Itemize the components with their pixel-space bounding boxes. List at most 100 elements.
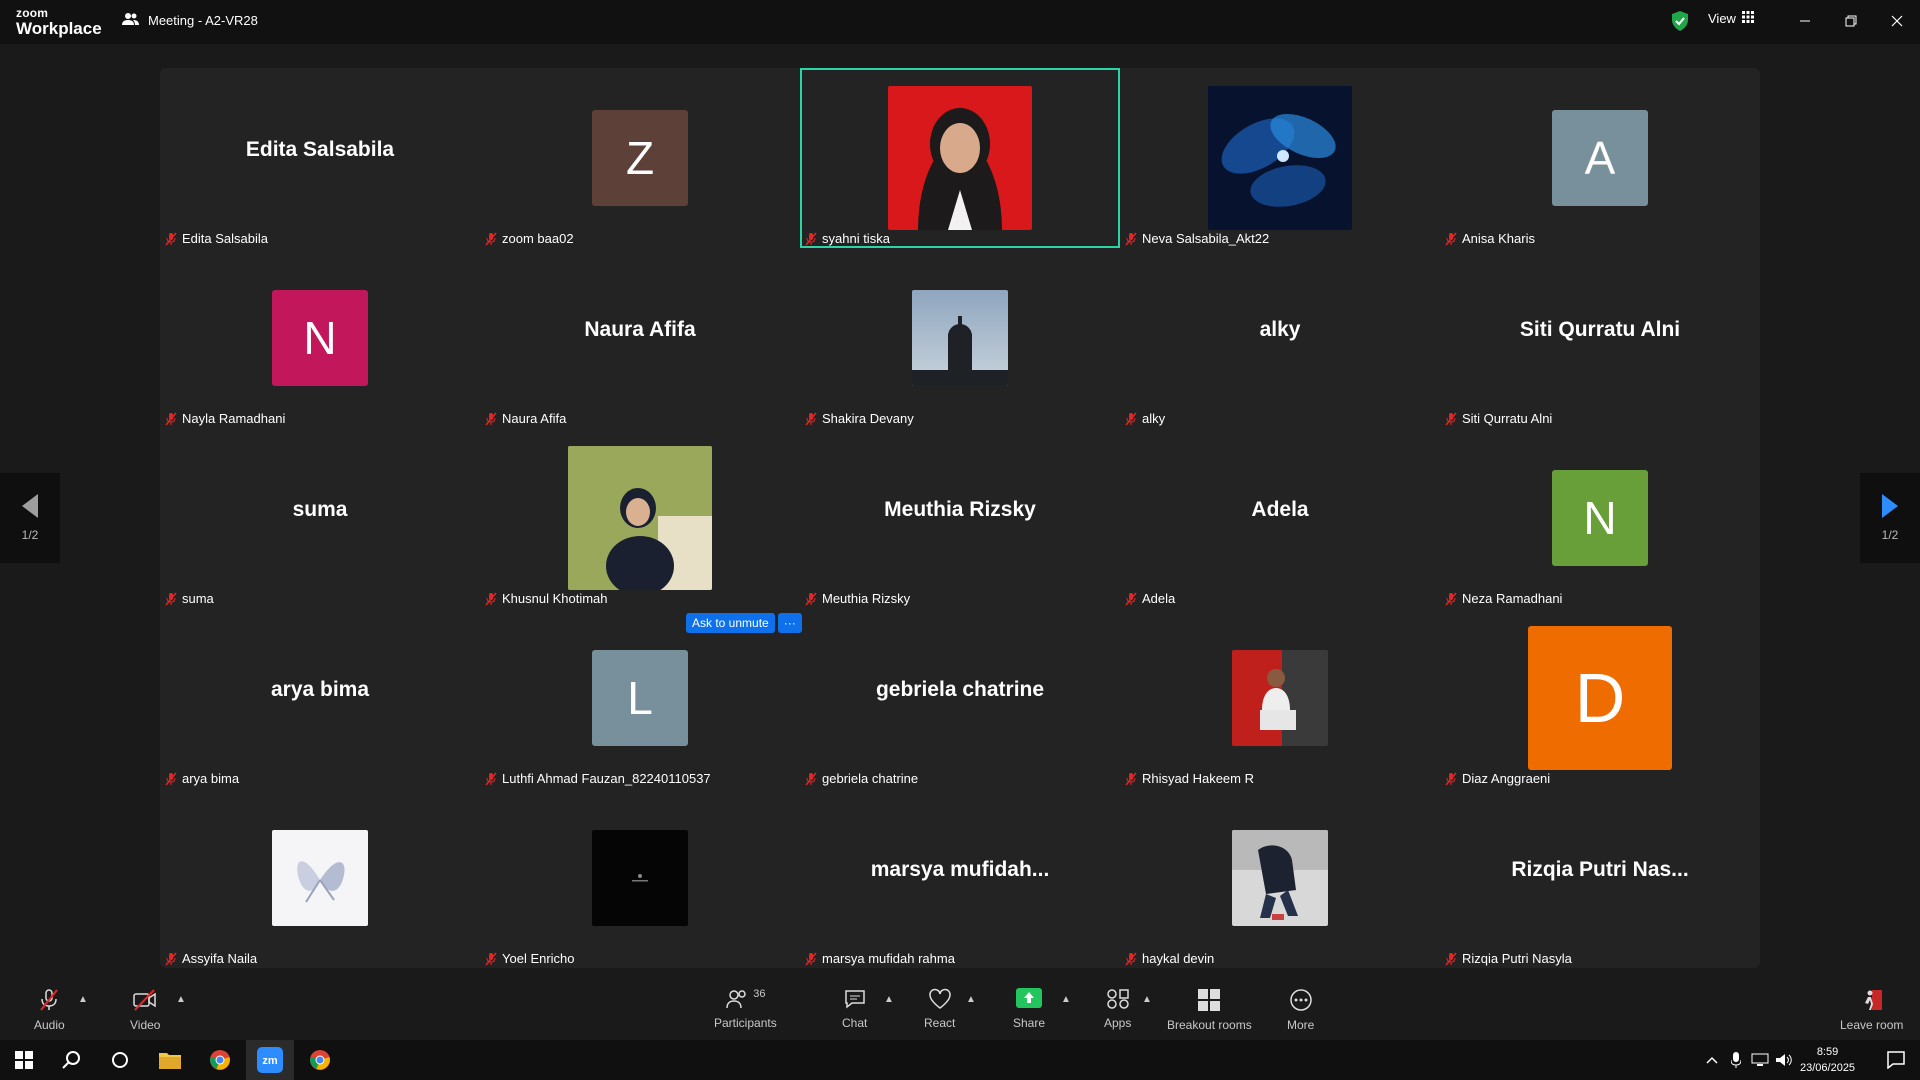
- search-icon[interactable]: [48, 1040, 96, 1080]
- participant-tile[interactable]: haykal devin: [1120, 788, 1440, 968]
- participant-tile-active[interactable]: syahni tiska: [800, 68, 1120, 248]
- participants-label: Participants: [714, 1016, 777, 1030]
- participant-tile[interactable]: suma suma: [160, 428, 480, 608]
- name-label: Shakira Devany: [804, 411, 914, 426]
- participant-tile[interactable]: Assyifa Naila: [160, 788, 480, 968]
- participant-tile[interactable]: Shakira Devany: [800, 248, 1120, 428]
- participant-name: Siti Qurratu Alni: [1462, 411, 1553, 426]
- volume-icon[interactable]: [1772, 1040, 1796, 1080]
- mic-muted-icon: [1445, 592, 1457, 605]
- video-options-caret[interactable]: ▲: [176, 994, 186, 1005]
- close-icon[interactable]: [1882, 8, 1912, 34]
- windows-start-icon[interactable]: [0, 1040, 48, 1080]
- participant-tile[interactable]: arya bima arya bima: [160, 608, 480, 788]
- share-options-caret[interactable]: ▲: [1061, 994, 1071, 1005]
- mic-muted-icon: [165, 772, 177, 785]
- mic-muted-icon: [40, 989, 59, 1011]
- chevron-up-icon[interactable]: [1700, 1040, 1724, 1080]
- clock-time: 8:59: [1816, 1046, 1839, 1058]
- react-options-caret[interactable]: ▲: [966, 994, 976, 1005]
- next-page-button[interactable]: 1/2: [1860, 473, 1920, 563]
- participant-tile[interactable]: Rizqia Putri Nas... Rizqia Putri Nasyla: [1440, 788, 1760, 968]
- shield-icon[interactable]: [1671, 11, 1689, 36]
- apps-options-caret[interactable]: ▲: [1142, 994, 1152, 1005]
- chevron-right-icon: [1882, 494, 1898, 518]
- participant-tile[interactable]: marsya mufidah... marsya mufidah rahma: [800, 788, 1120, 968]
- participant-tile[interactable]: Yoel Enricho: [480, 788, 800, 968]
- participant-name: Shakira Devany: [822, 411, 914, 426]
- ask-to-unmute-button[interactable]: Ask to unmute: [686, 613, 775, 633]
- participant-tile[interactable]: Khusnul Khotimah: [480, 428, 800, 608]
- ask-unmute-popover: Ask to unmute ···: [686, 613, 802, 633]
- chrome-icon[interactable]: [296, 1040, 344, 1080]
- participants-button[interactable]: 36 Participants: [714, 988, 777, 1030]
- file-explorer-icon[interactable]: [146, 1040, 194, 1080]
- participant-name: Nayla Ramadhani: [182, 411, 286, 426]
- participant-tile[interactable]: alky alky: [1120, 248, 1440, 428]
- more-options-button[interactable]: ···: [777, 613, 802, 633]
- mic-muted-icon: [805, 772, 817, 785]
- display-name: Naura Afifa: [584, 318, 696, 341]
- react-button[interactable]: React: [924, 988, 955, 1030]
- chrome-icon[interactable]: [196, 1040, 244, 1080]
- participant-tile[interactable]: A Anisa Kharis: [1440, 68, 1760, 248]
- network-icon[interactable]: [1748, 1040, 1772, 1080]
- share-label: Share: [1013, 1016, 1046, 1030]
- participant-tile[interactable]: Neva Salsabila_Akt22: [1120, 68, 1440, 248]
- apps-button[interactable]: Apps: [1104, 988, 1131, 1030]
- video-button[interactable]: Video: [130, 988, 160, 1032]
- chat-options-caret[interactable]: ▲: [884, 994, 894, 1005]
- participant-name: syahni tiska: [822, 231, 890, 246]
- microphone-icon[interactable]: [1724, 1040, 1748, 1080]
- name-label: Rhisyad Hakeem R: [1124, 771, 1254, 786]
- participant-tile[interactable]: N Neza Ramadhani: [1440, 428, 1760, 608]
- breakout-rooms-button[interactable]: Breakout rooms: [1167, 988, 1252, 1032]
- prev-page-button[interactable]: 1/2: [0, 473, 60, 563]
- participant-tile[interactable]: gebriela chatrine gebriela chatrine: [800, 608, 1120, 788]
- profile-photo: [888, 86, 1032, 230]
- chat-button[interactable]: Chat: [842, 988, 867, 1030]
- leave-room-button[interactable]: Leave room: [1840, 988, 1903, 1032]
- name-label: Khusnul Khotimah: [484, 591, 608, 606]
- minimize-icon[interactable]: [1790, 8, 1820, 34]
- zoom-logo: zoom Workplace: [16, 7, 102, 37]
- zoom-app-icon[interactable]: zm: [246, 1040, 294, 1080]
- participant-name: Anisa Kharis: [1462, 231, 1535, 246]
- profile-photo: [272, 830, 368, 926]
- notification-icon[interactable]: [1872, 1040, 1920, 1080]
- chat-label: Chat: [842, 1016, 868, 1030]
- participant-tile[interactable]: Z zoom baa02: [480, 68, 800, 248]
- mic-muted-icon: [1445, 232, 1457, 245]
- restore-icon[interactable]: [1836, 8, 1866, 34]
- participant-tile[interactable]: D Diaz Anggraeni: [1440, 608, 1760, 788]
- participant-name: Diaz Anggraeni: [1462, 771, 1551, 786]
- participant-tile[interactable]: Edita Salsabila Edita Salsabila: [160, 68, 480, 248]
- avatar: A: [1552, 110, 1648, 206]
- participant-tile[interactable]: Siti Qurratu Alni Siti Qurratu Alni: [1440, 248, 1760, 428]
- participant-tile[interactable]: Naura Afifa Naura Afifa: [480, 248, 800, 428]
- profile-photo: [1208, 86, 1352, 230]
- system-clock[interactable]: 8:59 23/06/2025: [1800, 1044, 1855, 1076]
- name-label: Assyifa Naila: [164, 951, 257, 966]
- apps-icon: [1106, 989, 1129, 1009]
- audio-button[interactable]: Audio: [34, 988, 65, 1032]
- more-button[interactable]: More: [1287, 988, 1314, 1032]
- participant-tile[interactable]: L Luthfi Ahmad Fauzan_82240110537: [480, 608, 800, 788]
- view-button[interactable]: View: [1708, 11, 1754, 26]
- participant-tile[interactable]: Meuthia Rizsky Meuthia Rizsky: [800, 428, 1120, 608]
- participant-tile[interactable]: Adela Adela: [1120, 428, 1440, 608]
- meeting-title[interactable]: Meeting - A2-VR28: [122, 12, 258, 29]
- profile-photo: [1232, 650, 1328, 746]
- chevron-left-icon: [22, 494, 38, 518]
- svg-text:zm: zm: [262, 1055, 278, 1067]
- participant-tile[interactable]: N Nayla Ramadhani: [160, 248, 480, 428]
- participant-tile[interactable]: Rhisyad Hakeem R: [1120, 608, 1440, 788]
- audio-options-caret[interactable]: ▲: [78, 994, 88, 1005]
- name-label: Luthfi Ahmad Fauzan_82240110537: [484, 771, 711, 786]
- name-label: Meuthia Rizsky: [804, 591, 910, 606]
- mic-muted-icon: [1125, 592, 1137, 605]
- gallery-view: Edita Salsabila Edita Salsabila Z zoom b…: [160, 68, 1760, 968]
- task-view-icon[interactable]: [96, 1040, 144, 1080]
- mic-muted-icon: [1125, 232, 1137, 245]
- share-button[interactable]: Share: [1013, 988, 1045, 1030]
